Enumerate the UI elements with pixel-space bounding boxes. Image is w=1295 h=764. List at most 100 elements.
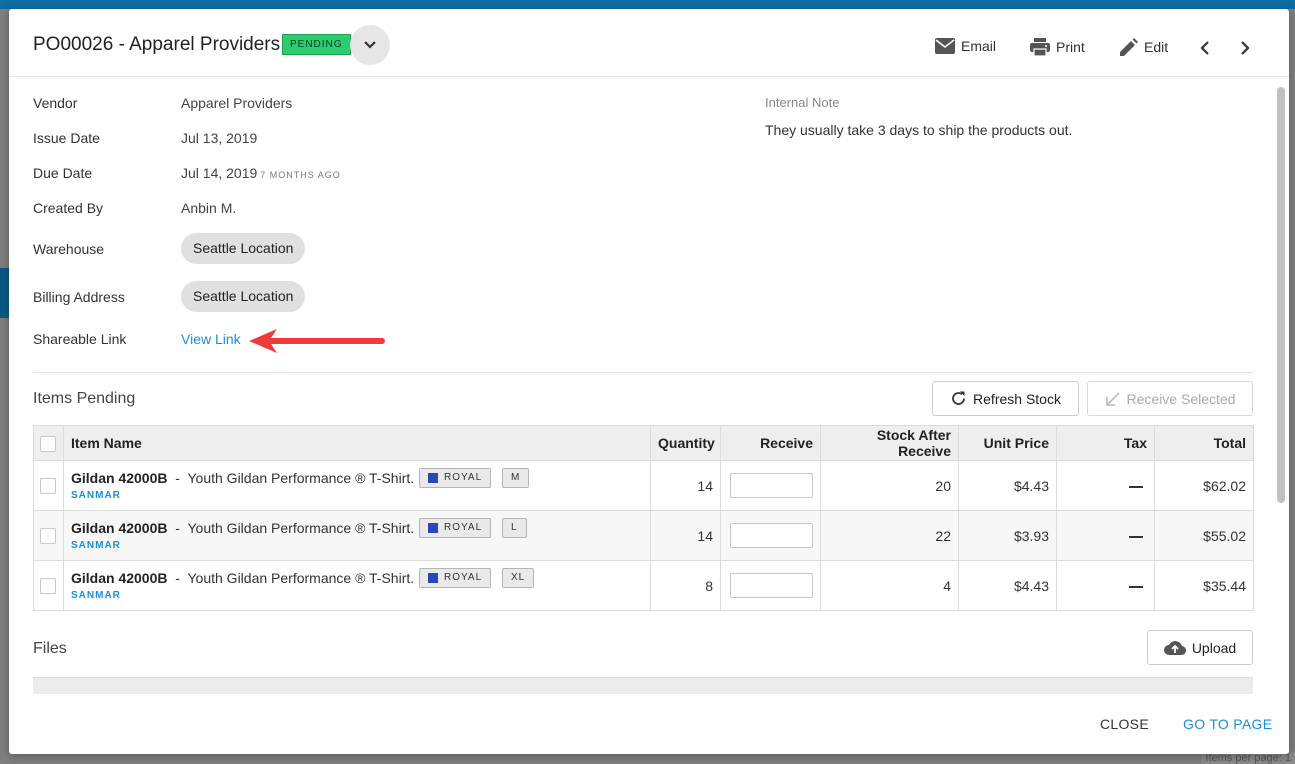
created-by-label: Created By xyxy=(33,200,104,216)
column-header-receive[interactable]: Receive xyxy=(720,425,821,461)
receive-selected-label: Receive Selected xyxy=(1126,390,1236,407)
select-all-cell xyxy=(33,425,64,461)
color-tag-label: ROYAL xyxy=(444,572,483,583)
items-table: Item Name Quantity Receive Stock After R… xyxy=(33,425,1254,611)
upload-button[interactable]: Upload xyxy=(1147,630,1253,665)
view-link[interactable]: View Link xyxy=(181,331,241,347)
print-icon xyxy=(1030,38,1050,56)
item-separator: - xyxy=(175,470,180,486)
item-name-cell: Gildan 42000B - Youth Gildan Performance… xyxy=(63,460,651,511)
chevron-down-icon xyxy=(364,41,376,49)
background-sidebar-accent xyxy=(0,268,9,318)
tax-cell xyxy=(1056,560,1155,611)
item-line: Gildan 42000B - Youth Gildan Performance… xyxy=(71,468,643,488)
files-title: Files xyxy=(33,640,67,657)
color-swatch xyxy=(428,573,438,583)
dash-icon xyxy=(1129,585,1143,588)
go-to-page-button[interactable]: GO TO PAGE xyxy=(1183,716,1272,732)
receive-input[interactable] xyxy=(730,523,813,548)
column-header-item-name[interactable]: Item Name xyxy=(63,425,651,461)
status-dropdown-button[interactable] xyxy=(350,25,390,65)
item-line: Gildan 42000B - Youth Gildan Performance… xyxy=(71,568,643,588)
quantity-cell: 14 xyxy=(650,510,721,561)
receive-cell xyxy=(720,460,821,511)
billing-address-chip[interactable]: Seattle Location xyxy=(181,281,306,312)
page-title: PO00026 - Apparel Providers xyxy=(33,34,281,55)
previous-button[interactable] xyxy=(1195,38,1215,58)
size-tag: M xyxy=(502,468,530,488)
stock-after-cell: 4 xyxy=(820,560,959,611)
row-select-cell xyxy=(33,460,64,511)
internal-note-text: They usually take 3 days to ship the pro… xyxy=(765,122,1073,138)
receive-icon xyxy=(1105,391,1120,406)
background-top-bar xyxy=(0,0,1295,9)
item-separator: - xyxy=(175,570,180,586)
item-name-cell: Gildan 42000B - Youth Gildan Performance… xyxy=(63,510,651,561)
size-tag: L xyxy=(502,518,527,538)
issue-date-label: Issue Date xyxy=(33,130,100,146)
items-pending-title: Items Pending xyxy=(33,390,136,407)
modal-header: PO00026 - Apparel Providers PENDING Emai… xyxy=(9,9,1289,77)
quantity-cell: 8 xyxy=(650,560,721,611)
created-by-value: Anbin M. xyxy=(181,200,237,216)
item-brand: SANMAR xyxy=(71,490,121,501)
row-checkbox[interactable] xyxy=(40,528,56,545)
row-select-cell xyxy=(33,560,64,611)
total-cell: $35.44 xyxy=(1154,560,1254,611)
item-description: Youth Gildan Performance ® T-Shirt. xyxy=(187,570,415,586)
item-brand: SANMAR xyxy=(71,540,121,551)
warehouse-label: Warehouse xyxy=(33,241,105,257)
edit-button[interactable]: Edit xyxy=(1120,38,1168,56)
item-separator: - xyxy=(175,520,180,536)
row-checkbox[interactable] xyxy=(40,578,56,595)
warehouse-chip[interactable]: Seattle Location xyxy=(181,233,306,264)
item-line: Gildan 42000B - Youth Gildan Performance… xyxy=(71,518,643,538)
table-row: Gildan 42000B - Youth Gildan Performance… xyxy=(33,460,1254,511)
due-date-value: Jul 14, 2019 xyxy=(181,165,258,181)
shareable-link-label: Shareable Link xyxy=(33,331,127,347)
refresh-stock-button[interactable]: Refresh Stock xyxy=(932,381,1079,416)
upload-label: Upload xyxy=(1191,639,1237,656)
section-divider xyxy=(33,372,1253,373)
color-swatch xyxy=(428,523,438,533)
item-sku: Gildan 42000B xyxy=(71,470,168,486)
select-all-checkbox[interactable] xyxy=(40,435,56,452)
receive-input[interactable] xyxy=(730,473,813,498)
quantity-cell: 14 xyxy=(650,460,721,511)
modal-scrollbar[interactable] xyxy=(1277,87,1285,503)
color-tag: ROYAL xyxy=(419,518,492,538)
total-cell: $55.02 xyxy=(1154,510,1254,561)
due-date-label: Due Date xyxy=(33,165,93,181)
color-tag: ROYAL xyxy=(419,468,492,488)
tax-cell xyxy=(1056,460,1155,511)
size-tag: XL xyxy=(502,568,535,588)
item-sku: Gildan 42000B xyxy=(71,570,168,586)
column-header-quantity[interactable]: Quantity xyxy=(650,425,721,461)
next-button[interactable] xyxy=(1235,38,1255,58)
billing-address-label: Billing Address xyxy=(33,289,125,305)
row-checkbox[interactable] xyxy=(40,478,56,495)
color-tag: ROYAL xyxy=(419,568,492,588)
close-button[interactable]: CLOSE xyxy=(1100,716,1149,732)
total-cell: $62.02 xyxy=(1154,460,1254,511)
table-row: Gildan 42000B - Youth Gildan Performance… xyxy=(33,510,1254,561)
column-header-tax[interactable]: Tax xyxy=(1056,425,1155,461)
email-button[interactable]: Email xyxy=(935,38,996,54)
receive-selected-button[interactable]: Receive Selected xyxy=(1087,381,1253,416)
chevron-right-icon xyxy=(1241,41,1250,55)
stock-after-cell: 22 xyxy=(820,510,959,561)
column-header-total[interactable]: Total xyxy=(1154,425,1254,461)
unit-price-cell: $3.93 xyxy=(958,510,1057,561)
column-header-stock-after-receive[interactable]: Stock After Receive xyxy=(820,425,959,461)
dash-icon xyxy=(1129,535,1143,538)
column-header-unit-price[interactable]: Unit Price xyxy=(958,425,1057,461)
item-brand: SANMAR xyxy=(71,590,121,601)
edit-label: Edit xyxy=(1144,39,1169,55)
print-button[interactable]: Print xyxy=(1030,38,1085,56)
color-tag-label: ROYAL xyxy=(444,472,483,483)
color-swatch xyxy=(428,473,438,483)
color-tag-label: ROYAL xyxy=(444,522,483,533)
vendor-value: Apparel Providers xyxy=(181,95,293,111)
receive-input[interactable] xyxy=(730,573,813,598)
item-description: Youth Gildan Performance ® T-Shirt. xyxy=(187,520,415,536)
